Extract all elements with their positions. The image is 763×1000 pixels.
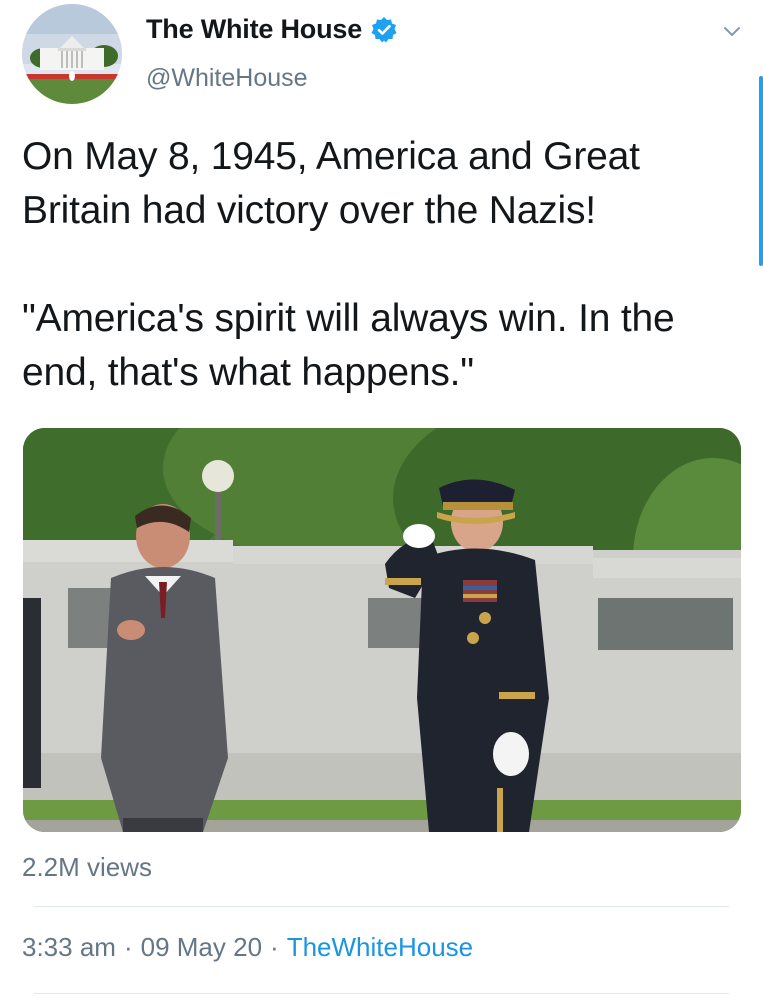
tweet-time[interactable]: 3:33 am [22, 932, 116, 963]
source-link[interactable]: TheWhiteHouse [287, 932, 473, 963]
avatar[interactable] [22, 4, 122, 104]
verified-badge-icon [370, 16, 398, 44]
tweet-meta: 3:33 am · 09 May 20 · TheWhiteHouse [22, 932, 473, 963]
tweet-text: On May 8, 1945, America and Great Britai… [22, 130, 722, 400]
view-count: 2.2M views [22, 852, 153, 882]
name-row: The White House [146, 14, 398, 45]
meta-separator: · [123, 932, 133, 962]
tweet-video[interactable] [23, 428, 741, 832]
tweet-paragraph: On May 8, 1945, America and Great Britai… [22, 135, 640, 232]
meta-separator: · [270, 932, 279, 962]
display-name[interactable]: The White House [146, 14, 362, 45]
tweet-header: The White House @WhiteHouse [22, 4, 743, 104]
tweet-date[interactable]: 09 May 20 [141, 932, 262, 963]
divider [34, 906, 729, 907]
divider [34, 993, 729, 994]
handle[interactable]: @WhiteHouse [146, 64, 308, 93]
tweet-paragraph: "America's spirit will always win. In th… [22, 297, 675, 394]
chevron-down-icon[interactable] [721, 20, 743, 42]
scrollbar[interactable] [759, 76, 763, 266]
